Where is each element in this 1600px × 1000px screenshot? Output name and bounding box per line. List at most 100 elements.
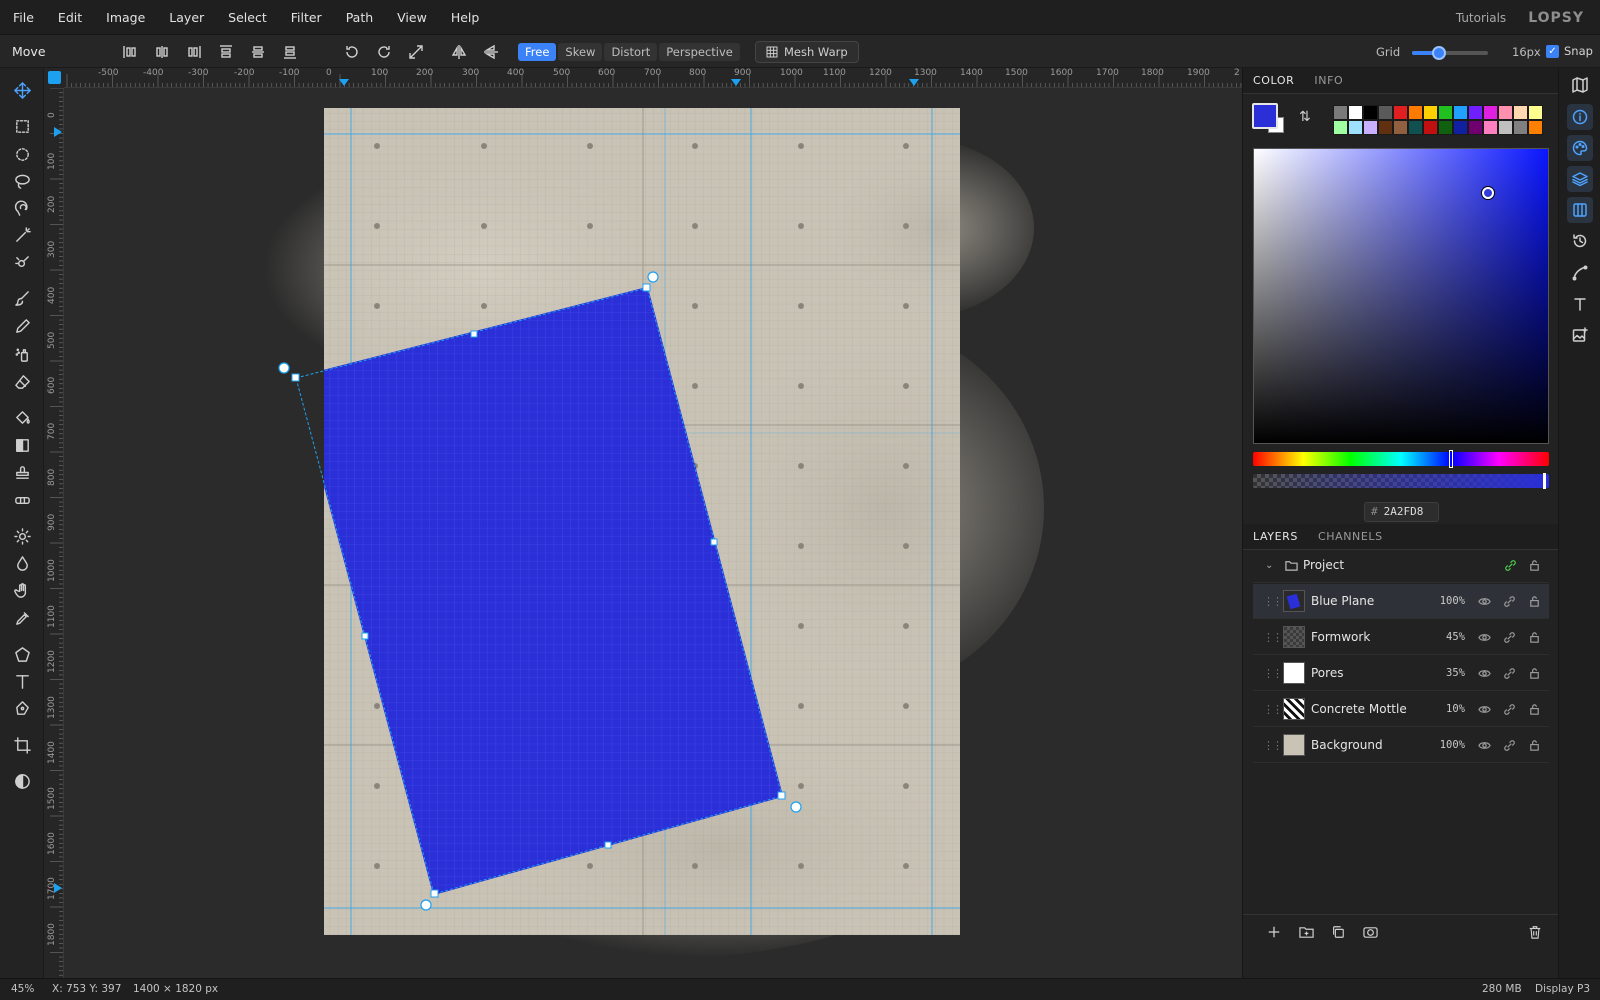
blur-tool[interactable]	[9, 550, 35, 576]
hand-tool[interactable]	[9, 577, 35, 603]
guide-marker[interactable]	[339, 79, 349, 86]
layer-row[interactable]: ⋮⋮ Blue Plane 100%	[1253, 584, 1549, 619]
rotate-handle[interactable]	[790, 801, 802, 813]
menu-image[interactable]: Image	[106, 10, 145, 25]
paths-panel-button[interactable]	[1567, 260, 1593, 286]
align-left-icon[interactable]	[120, 42, 140, 62]
tab-channels[interactable]: CHANNELS	[1308, 524, 1393, 550]
lock-icon[interactable]	[1527, 666, 1541, 680]
color-swatch[interactable]	[1438, 120, 1453, 135]
eyedropper-tool[interactable]	[9, 605, 35, 631]
layers-panel-button[interactable]	[1567, 166, 1593, 192]
layer-opacity[interactable]: 100%	[1440, 595, 1465, 607]
color-swatch[interactable]	[1513, 120, 1528, 135]
guide-marker[interactable]	[731, 79, 741, 86]
link-icon[interactable]	[1502, 594, 1516, 608]
navigator-panel-button[interactable]	[1567, 72, 1593, 98]
mask-icon[interactable]	[1363, 925, 1379, 941]
edge-handle[interactable]	[604, 841, 612, 849]
menu-layer[interactable]: Layer	[169, 10, 204, 25]
new-group-icon[interactable]	[1299, 925, 1315, 941]
chevron-down-icon[interactable]: ⌄	[1265, 560, 1273, 571]
magnetic-lasso-tool[interactable]	[9, 195, 35, 221]
color-swatch[interactable]	[1498, 105, 1513, 120]
ruler-origin[interactable]	[44, 68, 64, 88]
group-link-icon[interactable]	[1503, 558, 1517, 572]
ellipse-marquee-tool[interactable]	[9, 141, 35, 167]
paint-bucket-tool[interactable]	[9, 404, 35, 430]
grid-size-slider[interactable]	[1412, 46, 1488, 60]
color-swatch[interactable]	[1408, 105, 1423, 120]
rotate-handle[interactable]	[420, 899, 432, 911]
color-swatch[interactable]	[1468, 105, 1483, 120]
color-swatch[interactable]	[1378, 105, 1393, 120]
color-swatch[interactable]	[1528, 105, 1543, 120]
eraser-tool[interactable]	[9, 368, 35, 394]
color-swatch[interactable]	[1528, 120, 1543, 135]
drag-handle-icon[interactable]: ⋮⋮	[1263, 595, 1283, 608]
snap-checkbox[interactable]: ✓	[1546, 44, 1559, 58]
image-panel-button[interactable]	[1567, 322, 1593, 348]
drag-handle-icon[interactable]: ⋮⋮	[1263, 667, 1283, 680]
align-middle-v-icon[interactable]	[248, 42, 268, 62]
link-icon[interactable]	[1502, 702, 1516, 716]
clone-stamp-tool[interactable]	[9, 459, 35, 485]
eye-icon[interactable]	[1477, 738, 1491, 752]
mesh-warp-button[interactable]: Mesh Warp	[755, 41, 859, 63]
color-swatch[interactable]	[1378, 120, 1393, 135]
rotate-handle[interactable]	[647, 271, 659, 283]
rect-marquee-tool[interactable]	[9, 113, 35, 139]
dodge-tool[interactable]	[9, 523, 35, 549]
color-swatch[interactable]	[1513, 105, 1528, 120]
horizontal-ruler[interactable]: -500 -400 -300 -200 -100 0 100 200 300 4…	[64, 68, 1242, 88]
hue-slider[interactable]	[1253, 450, 1549, 468]
brush-tool[interactable]	[9, 285, 35, 311]
corner-handle[interactable]	[430, 889, 439, 898]
tab-layers[interactable]: LAYERS	[1243, 524, 1308, 550]
layer-row[interactable]: ⋮⋮ Pores 35%	[1253, 656, 1549, 691]
color-panel-button[interactable]	[1567, 135, 1593, 161]
duplicate-layer-icon[interactable]	[1331, 925, 1347, 941]
quick-select-tool[interactable]	[9, 249, 35, 275]
rotate-ccw-icon[interactable]	[342, 42, 362, 62]
layer-group-row[interactable]: ⌄ Project	[1253, 548, 1549, 583]
move-tool[interactable]	[9, 77, 35, 103]
foreground-color-swatch[interactable]	[1252, 103, 1278, 129]
menu-filter[interactable]: Filter	[291, 10, 322, 25]
healing-tool[interactable]	[9, 487, 35, 513]
edge-handle[interactable]	[470, 330, 478, 338]
eye-icon[interactable]	[1477, 666, 1491, 680]
corner-handle[interactable]	[777, 791, 786, 800]
color-swatch[interactable]	[1498, 120, 1513, 135]
drag-handle-icon[interactable]: ⋮⋮	[1263, 739, 1283, 752]
color-swatch[interactable]	[1333, 120, 1348, 135]
magic-wand-tool[interactable]	[9, 222, 35, 248]
lock-icon[interactable]	[1527, 738, 1541, 752]
lock-icon[interactable]	[1527, 630, 1541, 644]
color-swatch[interactable]	[1333, 105, 1348, 120]
menu-file[interactable]: File	[13, 10, 34, 25]
tutorials-link[interactable]: Tutorials	[1456, 11, 1506, 25]
edge-handle[interactable]	[361, 632, 369, 640]
menu-help[interactable]: Help	[451, 10, 480, 25]
zoom-level[interactable]: 45%	[11, 983, 34, 995]
canvas-svg[interactable]	[64, 88, 1242, 978]
link-icon[interactable]	[1502, 738, 1516, 752]
drag-handle-icon[interactable]: ⋮⋮	[1263, 703, 1283, 716]
gradient-tool[interactable]	[9, 432, 35, 458]
lock-icon[interactable]	[1527, 558, 1541, 572]
align-right-icon[interactable]	[184, 42, 204, 62]
color-swatch[interactable]	[1408, 120, 1423, 135]
trash-icon[interactable]	[1528, 925, 1544, 941]
saturation-value-picker[interactable]	[1253, 148, 1549, 444]
alpha-slider-marker[interactable]	[1543, 473, 1546, 489]
menu-edit[interactable]: Edit	[58, 10, 82, 25]
character-panel-button[interactable]	[1567, 291, 1593, 317]
crop-tool[interactable]	[9, 732, 35, 758]
link-icon[interactable]	[1502, 630, 1516, 644]
corner-handle[interactable]	[291, 373, 300, 382]
tab-color[interactable]: COLOR	[1243, 68, 1304, 94]
menu-view[interactable]: View	[397, 10, 427, 25]
pencil-tool[interactable]	[9, 313, 35, 339]
rotate-handle[interactable]	[278, 362, 290, 374]
